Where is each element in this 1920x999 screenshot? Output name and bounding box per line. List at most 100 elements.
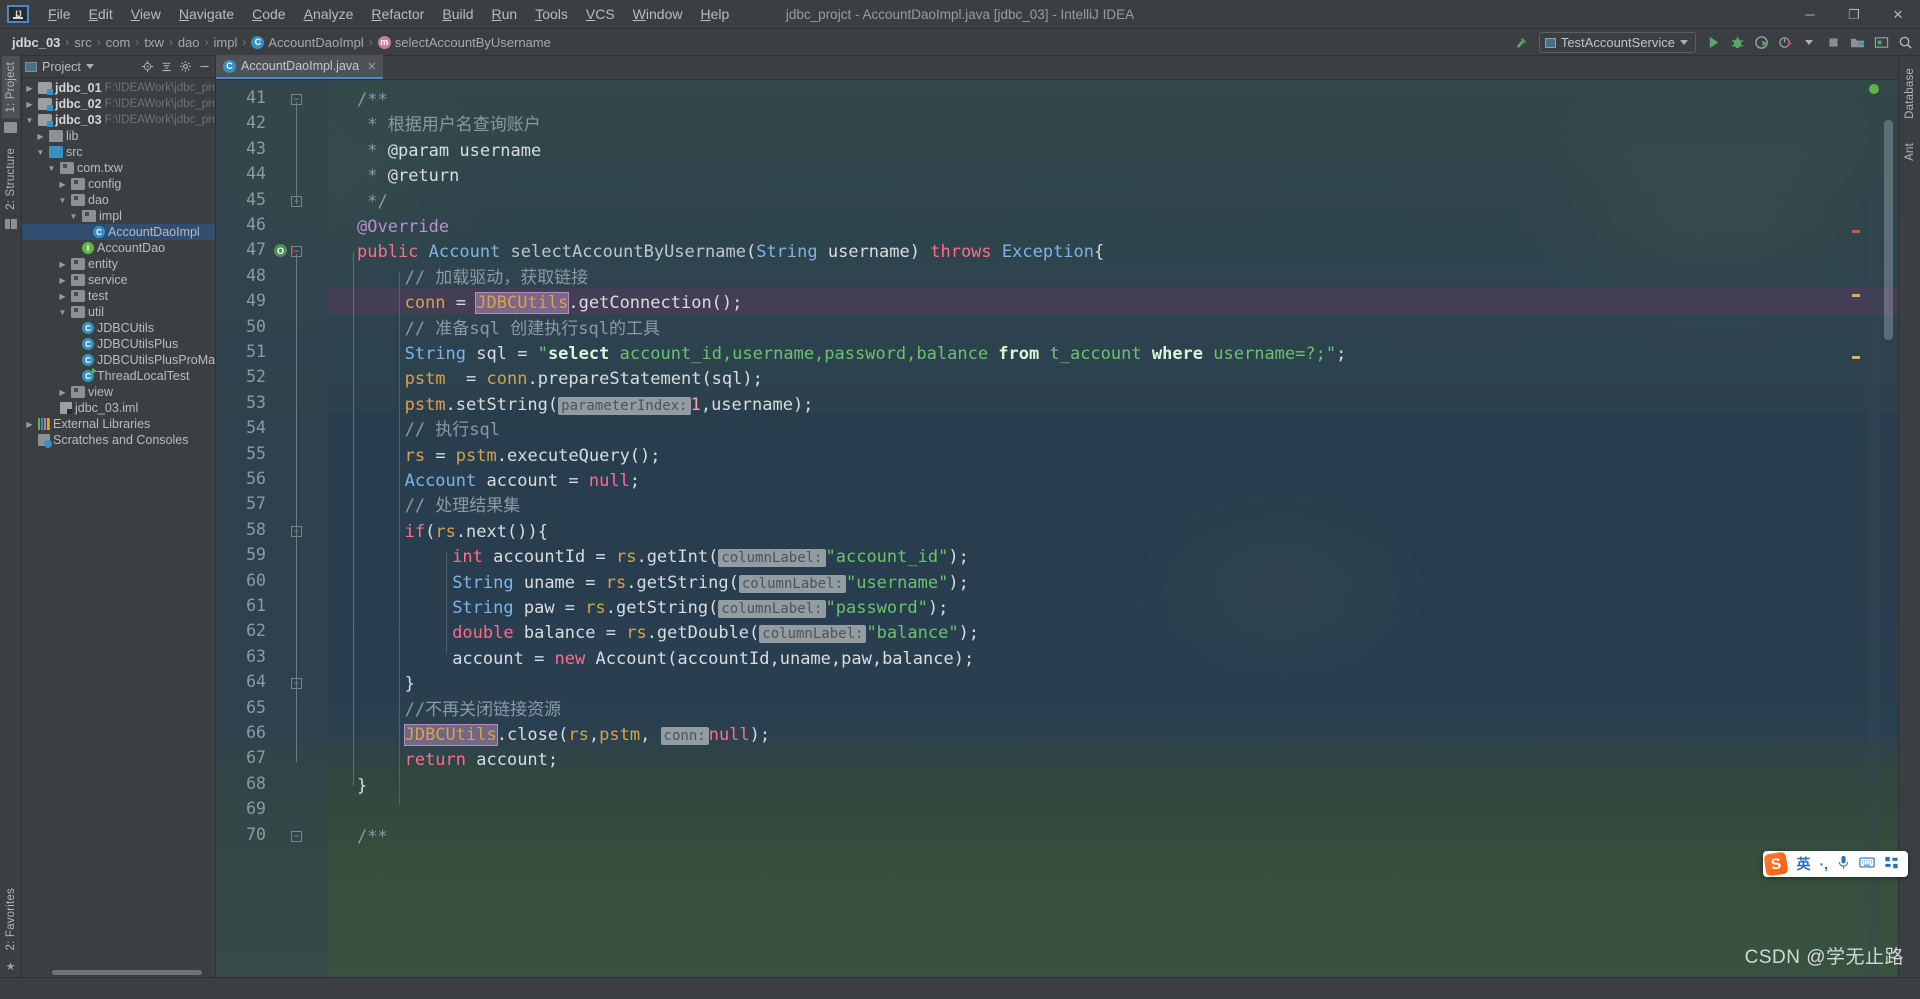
tab-accountdaoimpl-java[interactable]: C AccountDaoImpl.java ✕ (216, 55, 384, 79)
project-panel-title[interactable]: Project (25, 60, 94, 74)
tree-item-jdbcutilspluspromax[interactable]: C JDBCUtilsPlusProMax (22, 352, 215, 368)
tree-item-src[interactable]: ▼ src (22, 144, 215, 160)
run-coverage-icon[interactable] (1750, 32, 1772, 54)
tree-item-external-libraries[interactable]: ▶ External Libraries (22, 416, 215, 432)
breadcrumb-item-selectaccountbyusername[interactable]: m selectAccountByUsername (374, 34, 555, 51)
run-icon[interactable] (1702, 32, 1724, 54)
chevron-right-icon[interactable]: ▶ (24, 100, 35, 109)
code-line[interactable]: // 处理结果集 (405, 494, 521, 519)
menu-item-analyze[interactable]: Analyze (295, 3, 363, 25)
code-line[interactable]: String uname = rs.getString(columnLabel:… (452, 571, 969, 596)
code-line[interactable]: String paw = rs.getString(columnLabel: "p… (452, 596, 948, 621)
code-line[interactable]: pstm = conn.prepareStatement(sql); (405, 367, 763, 392)
code-line[interactable]: public Account selectAccountByUsername(S… (357, 240, 1104, 265)
tree-item-config[interactable]: ▶ config (22, 176, 215, 192)
profiler-icon[interactable] (1774, 32, 1796, 54)
code-fold-toggle[interactable]: − (291, 830, 302, 842)
chevron-down-icon[interactable]: ▼ (46, 164, 57, 173)
code-line[interactable]: if(rs.next()){ (405, 520, 548, 545)
editor-gutter[interactable]: 41−42434445−4647−4849505152535455565758−… (216, 80, 328, 977)
tree-item-test[interactable]: ▶ test (22, 288, 215, 304)
project-structure-icon[interactable] (1846, 32, 1868, 54)
project-tree[interactable]: ▶ jdbc_01 F:\IDEAWork\jdbc_projct\j ▶ jdbc_… (22, 78, 215, 977)
tree-item-impl[interactable]: ▼ impl (22, 208, 215, 224)
breadcrumb-item-accountdaoimpl[interactable]: C AccountDaoImpl (247, 34, 367, 51)
tree-item-jdbcutils[interactable]: C JDBCUtils (22, 320, 215, 336)
project-tree-hscrollbar[interactable] (22, 968, 215, 977)
ime-mode-label[interactable]: 英 (1796, 854, 1810, 874)
code-line[interactable]: */ (357, 190, 387, 215)
code-line[interactable]: // 准备sql 创建执行sql的工具 (405, 317, 660, 342)
code-line[interactable]: /** (357, 825, 388, 850)
code-line[interactable]: conn = JDBCUtils.getConnection(); (405, 291, 742, 316)
implementing-method-icon[interactable]: ↑ (289, 241, 296, 255)
locate-icon[interactable] (139, 59, 155, 75)
tree-item-com-txw[interactable]: ▼ com.txw (22, 160, 215, 176)
code-line[interactable]: //不再关闭链接资源 (405, 698, 561, 723)
chevron-right-icon[interactable]: ▶ (24, 84, 35, 93)
chevron-down-icon[interactable]: ▼ (24, 116, 35, 125)
tree-item-dao[interactable]: ▼ dao (22, 192, 215, 208)
menu-item-tools[interactable]: Tools (526, 3, 577, 25)
menu-item-help[interactable]: Help (691, 3, 738, 25)
menu-item-vcs[interactable]: VCS (577, 3, 624, 25)
chevron-right-icon[interactable]: ▶ (57, 260, 68, 269)
code-line[interactable]: * 根据用户名查询账户 (357, 113, 540, 138)
tree-item-view[interactable]: ▶ view (22, 384, 215, 400)
tree-item-jdbc-03-iml[interactable]: jdbc_03.iml (22, 400, 215, 416)
build-icon[interactable] (1511, 32, 1533, 54)
code-line[interactable]: account = new Account(accountId,uname,pa… (452, 647, 974, 672)
menu-item-code[interactable]: Code (243, 3, 294, 25)
code-line[interactable]: JDBCUtils.close(rs,pstm, conn: null); (403, 723, 770, 748)
chevron-down-icon[interactable]: ▼ (68, 212, 79, 221)
code-line[interactable]: * @param username (357, 139, 541, 164)
sidebar-item-database[interactable]: Database (1901, 62, 1919, 125)
tree-item-jdbc-02[interactable]: ▶ jdbc_02 F:\IDEAWork\jdbc_projct\j (22, 96, 215, 112)
breadcrumb-item-txw[interactable]: txw (140, 34, 168, 51)
tree-item-util[interactable]: ▼ util (22, 304, 215, 320)
tree-item-scratches-and-consoles[interactable]: Scratches and Consoles (22, 432, 215, 448)
sidebar-item-favorites[interactable]: 2: Favorites (2, 882, 20, 956)
menu-item-view[interactable]: View (122, 3, 170, 25)
menu-item-navigate[interactable]: Navigate (170, 3, 243, 25)
code-line[interactable]: } (405, 672, 415, 697)
code-editor[interactable]: 41−42434445−4647−4849505152535455565758−… (216, 80, 1898, 977)
chevron-down-icon[interactable]: ▼ (35, 148, 46, 157)
run-configuration-selector[interactable]: TestAccountService (1538, 32, 1696, 53)
chevron-right-icon[interactable]: ▶ (24, 420, 35, 429)
hide-icon[interactable] (196, 59, 212, 75)
chevron-right-icon[interactable]: ▶ (57, 292, 68, 301)
chevron-down-icon[interactable]: ▼ (57, 196, 68, 205)
gear-icon[interactable] (177, 59, 193, 75)
breadcrumb-item-impl[interactable]: impl (210, 34, 242, 51)
chevron-right-icon[interactable]: ▶ (57, 388, 68, 397)
code-line[interactable]: double balance = rs.getDouble(columnLabe… (452, 621, 979, 646)
tree-item-accountdaoimpl[interactable]: C AccountDaoImpl (22, 224, 215, 240)
tree-item-accountdao[interactable]: I AccountDao (22, 240, 215, 256)
apps-icon[interactable] (1884, 856, 1899, 873)
sidebar-item-project[interactable]: 1: Project (1, 56, 20, 119)
tree-item-jdbc-03[interactable]: ▼ jdbc_03 F:\IDEAWork\jdbc_projct\j (22, 112, 215, 128)
maximize-button[interactable]: ❐ (1832, 0, 1876, 29)
code-line[interactable]: Account account = null; (405, 469, 640, 494)
breadcrumb-item-dao[interactable]: dao (174, 34, 204, 51)
inspection-status-icon[interactable] (1869, 84, 1879, 94)
code-line[interactable]: int accountId = rs.getInt(columnLabel: "a… (452, 545, 969, 570)
sogou-ime-bar[interactable]: S 英 ·, (1763, 851, 1908, 877)
menu-item-run[interactable]: Run (482, 3, 526, 25)
tree-item-entity[interactable]: ▶ entity (22, 256, 215, 272)
marker-stripe[interactable] (1852, 80, 1880, 977)
chevron-right-icon[interactable]: ▶ (57, 276, 68, 285)
terminal-icon[interactable] (1870, 32, 1892, 54)
breadcrumb-item-jdbc_03[interactable]: jdbc_03 (8, 34, 64, 51)
tree-item-service[interactable]: ▶ service (22, 272, 215, 288)
chevron-right-icon[interactable]: ▶ (57, 180, 68, 189)
tree-item-jdbcutilsplus[interactable]: C JDBCUtilsPlus (22, 336, 215, 352)
keyboard-icon[interactable] (1859, 856, 1875, 872)
code-line[interactable]: pstm.setString(parameterIndex: 1,username… (405, 393, 813, 418)
code-line[interactable]: * @return (357, 164, 459, 189)
code-line[interactable]: @Override (357, 215, 449, 240)
menu-item-window[interactable]: Window (624, 3, 692, 25)
code-line[interactable]: return account; (405, 748, 559, 773)
editor-vertical-scrollbar[interactable] (1883, 80, 1894, 977)
